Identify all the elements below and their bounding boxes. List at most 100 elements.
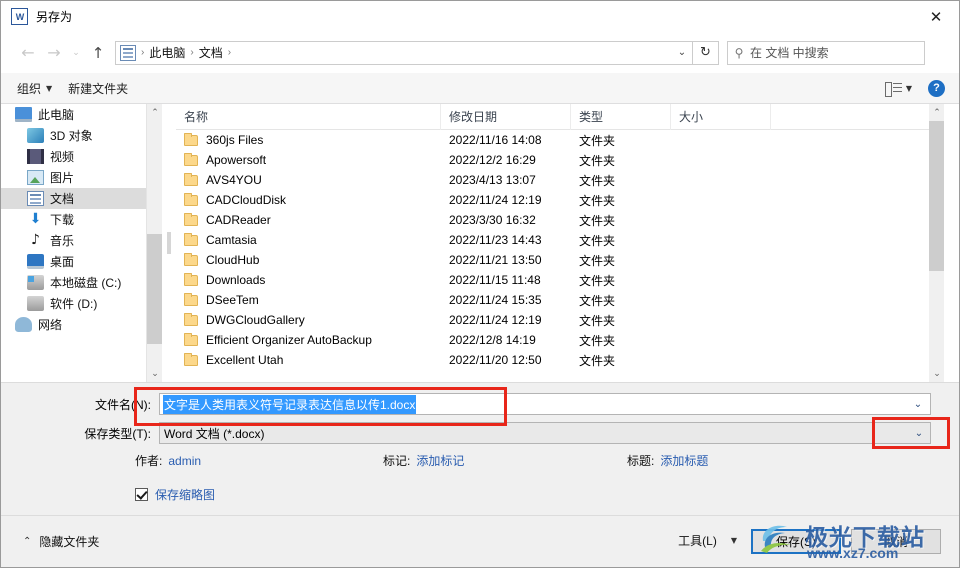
sidebar-item-0[interactable]: 此电脑: [1, 104, 146, 125]
up-icon[interactable]: ↑: [85, 40, 111, 66]
sidebar-item-label: 下载: [50, 213, 75, 227]
network-icon: [15, 317, 32, 332]
scroll-up-icon[interactable]: ⌃: [147, 104, 163, 121]
scrollbar-thumb[interactable]: [929, 121, 944, 271]
sidebar-scrollbar[interactable]: ⌃ ⌄: [146, 104, 163, 382]
search-box[interactable]: ⚲ 在 文档 中搜索: [727, 40, 925, 65]
title-value[interactable]: 添加标题: [660, 452, 708, 469]
scroll-up-icon[interactable]: ⌃: [929, 104, 944, 121]
sidebar-item-label: 此电脑: [38, 108, 75, 122]
back-icon[interactable]: ←: [15, 40, 41, 66]
table-row[interactable]: DWGCloudGallery 2022/11/24 12:19 文件夹: [176, 310, 944, 330]
file-name-label: DSeeTem: [206, 293, 259, 307]
cell-size: [671, 130, 771, 150]
cell-type: 文件夹: [579, 273, 616, 288]
column-header-date[interactable]: 修改日期: [441, 104, 571, 130]
scrollbar-thumb[interactable]: [147, 234, 163, 344]
drive-d-icon: [27, 296, 44, 311]
table-row[interactable]: CloudHub 2022/11/21 13:50 文件夹: [176, 250, 944, 270]
scroll-down-icon[interactable]: ⌄: [929, 365, 944, 382]
navigation-bar: ← → ⌄ ↑ › 此电脑 › 文档 › ⌄ ↻ ⚲ 在 文档 中搜索: [1, 32, 959, 73]
column-header-size[interactable]: 大小: [671, 104, 771, 130]
file-list-scrollbar[interactable]: ⌃ ⌄: [929, 104, 944, 382]
breadcrumb-separator-2: ›: [227, 47, 232, 58]
breadcrumb-documents[interactable]: 文档: [197, 44, 225, 61]
chevron-down-icon[interactable]: ▼: [906, 84, 912, 93]
tools-button[interactable]: 工具(L) ▼: [678, 532, 737, 549]
cell-size: [671, 150, 771, 170]
toolbar-right-group: ▼ ?: [884, 79, 945, 97]
sidebar-item-label: 本地磁盘 (C:): [50, 276, 122, 290]
checkbox-icon[interactable]: [135, 488, 148, 501]
navigation-pane: 此电脑 3D 对象视频 图片 文档 ⬇ 下载 ♪ 音乐 桌面本地磁盘 (C:) 软件 (D:) 网络: [1, 104, 146, 382]
table-row[interactable]: Camtasia 2022/11/23 14:43 文件夹: [176, 230, 944, 250]
cell-name: Camtasia: [176, 230, 441, 250]
cell-type: 文件夹: [579, 293, 616, 308]
table-row[interactable]: CADReader 2023/3/30 16:32 文件夹: [176, 210, 944, 230]
file-name-label: Downloads: [206, 273, 266, 287]
sidebar-item-8[interactable]: 本地磁盘 (C:): [1, 272, 146, 293]
sidebar-item-2[interactable]: 视频: [1, 146, 146, 167]
tags-value[interactable]: 添加标记: [416, 452, 464, 469]
table-row[interactable]: CADCloudDisk 2022/11/24 12:19 文件夹: [176, 190, 944, 210]
author-field[interactable]: 作者: admin: [135, 452, 201, 469]
sidebar-item-label: 网络: [38, 318, 63, 332]
sidebar-item-10[interactable]: 网络: [1, 314, 146, 335]
tags-field[interactable]: 标记: 添加标记: [383, 452, 464, 469]
table-row[interactable]: Efficient Organizer AutoBackup 2022/12/8 …: [176, 330, 944, 350]
help-icon[interactable]: ?: [928, 79, 945, 97]
chevron-down-icon[interactable]: ⌄: [672, 47, 692, 58]
author-value[interactable]: admin: [168, 454, 201, 468]
cancel-button[interactable]: 取消: [851, 529, 941, 554]
breadcrumb-this-pc[interactable]: 此电脑: [147, 44, 187, 61]
sidebar-item-4[interactable]: 文档: [1, 188, 146, 209]
sidebar-item-9[interactable]: 软件 (D:): [1, 293, 146, 314]
address-bar[interactable]: › 此电脑 › 文档 › ⌄: [115, 40, 693, 65]
cell-name: CloudHub: [176, 250, 441, 270]
table-row[interactable]: AVS4YOU 2023/4/13 13:07 文件夹: [176, 170, 944, 190]
cell-date: 2022/11/24 15:35: [449, 293, 542, 307]
recent-locations-icon[interactable]: ⌄: [67, 40, 85, 66]
breadcrumb-separator-1: ›: [190, 47, 194, 58]
organize-button[interactable]: 组织 ▼: [17, 80, 52, 97]
column-header-type[interactable]: 类型: [571, 104, 671, 130]
savetype-select[interactable]: Word 文档 (*.docx) ⌄: [159, 422, 931, 444]
forward-icon[interactable]: →: [41, 40, 67, 66]
close-icon[interactable]: ✕: [913, 1, 959, 32]
chevron-down-icon[interactable]: ⌄: [909, 399, 927, 410]
filename-input[interactable]: 文字是人类用表义符号记录表达信息以传1.docx ⌄: [159, 393, 931, 415]
sidebar-item-3[interactable]: 图片: [1, 167, 146, 188]
downloads-icon: ⬇: [29, 211, 42, 227]
view-layout-icon[interactable]: [884, 81, 902, 97]
chevron-down-icon: ▼: [730, 536, 737, 545]
browser-panes: 此电脑 3D 对象视频 图片 文档 ⬇ 下载 ♪ 音乐 桌面本地磁盘 (C:) 软件 (D:) 网络…: [1, 104, 959, 382]
cell-size: [671, 290, 771, 310]
chevron-down-icon[interactable]: ⌄: [908, 428, 930, 439]
hide-folders-button[interactable]: ⌃ 隐藏文件夹: [23, 533, 99, 550]
new-folder-button[interactable]: 新建文件夹: [68, 80, 128, 97]
breadcrumb-separator-0: ›: [141, 47, 145, 58]
dialog-footer: ⌃ 隐藏文件夹 工具(L) ▼ 保存(S) 取消: [1, 515, 959, 567]
title-field[interactable]: 标题: 添加标题: [627, 452, 708, 469]
sidebar-item-1[interactable]: 3D 对象: [1, 125, 146, 146]
save-thumbnail-checkbox[interactable]: 保存缩略图: [135, 486, 215, 503]
sidebar-item-label: 3D 对象: [50, 129, 93, 143]
documents-folder-icon: [120, 44, 136, 61]
title-label: 标题:: [627, 454, 655, 468]
table-row[interactable]: Apowersoft 2022/12/2 16:29 文件夹: [176, 150, 944, 170]
search-placeholder: 在 文档 中搜索: [750, 46, 829, 60]
pane-splitter[interactable]: [162, 104, 176, 382]
table-row[interactable]: Excellent Utah 2022/11/20 12:50 文件夹: [176, 350, 944, 370]
table-row[interactable]: Downloads 2022/11/15 11:48 文件夹: [176, 270, 944, 290]
cell-name: AVS4YOU: [176, 170, 441, 190]
column-header-name[interactable]: 名称: [176, 104, 441, 130]
save-button[interactable]: 保存(S): [751, 529, 841, 554]
sidebar-item-6[interactable]: ♪ 音乐: [1, 230, 146, 251]
table-row[interactable]: 360js Files 2022/11/16 14:08 文件夹: [176, 130, 944, 150]
table-row[interactable]: DSeeTem 2022/11/24 15:35 文件夹: [176, 290, 944, 310]
refresh-icon[interactable]: ↻: [693, 40, 719, 65]
cell-size: [671, 250, 771, 270]
scroll-down-icon[interactable]: ⌄: [147, 365, 163, 382]
sidebar-item-5[interactable]: ⬇ 下载: [1, 209, 146, 230]
sidebar-item-7[interactable]: 桌面: [1, 251, 146, 272]
